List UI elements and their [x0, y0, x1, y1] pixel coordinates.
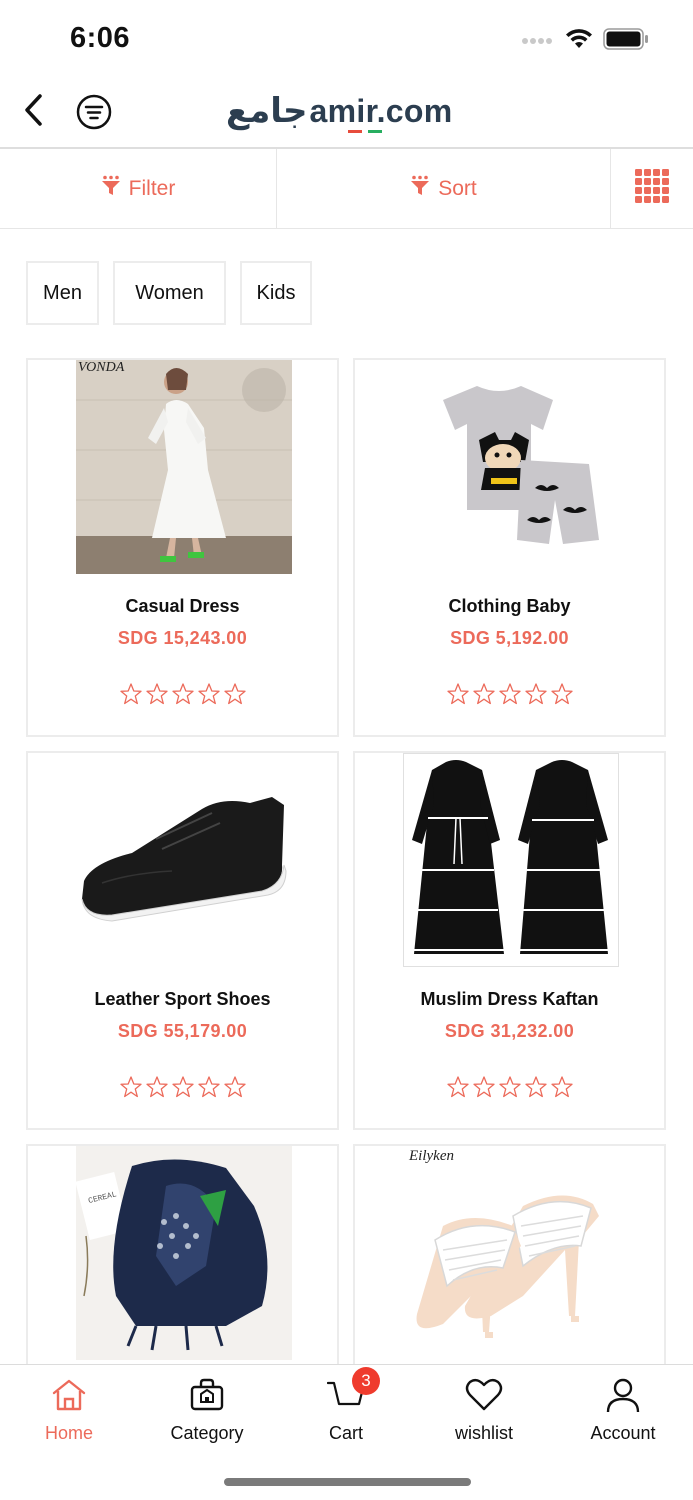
product-card[interactable]: Leather Sport Shoes SDG 55,179.00 — [26, 751, 339, 1130]
product-image[interactable] — [72, 753, 298, 967]
nav-wishlist[interactable]: wishlist — [424, 1375, 544, 1444]
chip-women[interactable]: Women — [113, 261, 226, 325]
product-price: SDG 5,192.00 — [450, 628, 569, 648]
rating-stars — [28, 682, 337, 706]
product-image[interactable]: Eilyken — [403, 1146, 619, 1360]
star-outline-icon — [498, 1076, 521, 1098]
logo-latin-text: amir.com — [309, 92, 453, 133]
filter-lines-circle-icon — [76, 94, 112, 134]
heart-icon — [464, 1375, 504, 1415]
status-time: 6:06 — [70, 22, 131, 54]
nav-account[interactable]: Account — [563, 1375, 683, 1444]
status-icons — [521, 28, 649, 55]
product-image[interactable]: VONDA — [76, 360, 292, 574]
star-outline-icon — [223, 1076, 246, 1098]
filter-button[interactable]: Filter — [0, 149, 277, 228]
brand-logo[interactable]: جامع amir.com — [226, 86, 452, 136]
star-outline-icon — [119, 683, 142, 705]
product-price: SDG 31,232.00 — [444, 1021, 575, 1041]
cart-badge: 3 — [352, 1367, 380, 1395]
star-outline-icon — [145, 1076, 168, 1098]
nav-label: Cart — [328, 1423, 363, 1443]
menu-button[interactable] — [76, 94, 112, 130]
rating-stars — [355, 1075, 664, 1099]
product-card[interactable]: Clothing Baby SDG 5,192.00 — [353, 358, 666, 737]
back-button[interactable] — [18, 92, 48, 132]
star-outline-icon — [446, 1076, 469, 1098]
product-name: Casual Dress — [125, 596, 240, 616]
product-name: Clothing Baby — [448, 596, 571, 616]
nav-label: Account — [590, 1423, 656, 1443]
star-outline-icon — [550, 1076, 573, 1098]
grid-view-button[interactable] — [611, 149, 693, 228]
app-header: جامع amir.com — [0, 78, 693, 148]
brand-tag: VONDA — [78, 360, 125, 375]
wifi-icon — [565, 28, 593, 55]
product-image[interactable] — [403, 753, 619, 967]
nav-category[interactable]: Category — [147, 1375, 267, 1444]
star-outline-icon — [524, 1076, 547, 1098]
chip-men[interactable]: Men — [26, 261, 99, 325]
chevron-left-icon — [22, 93, 44, 132]
product-card[interactable]: VONDA Casual Dress SDG 15,243.00 — [26, 358, 339, 737]
logo-arabic-text: جامع — [226, 92, 309, 130]
person-icon — [603, 1375, 643, 1415]
star-outline-icon — [171, 1076, 194, 1098]
funnel-icon — [101, 175, 121, 203]
status-bar: 6:06 — [0, 0, 693, 78]
product-price: SDG 55,179.00 — [117, 1021, 248, 1041]
product-card[interactable]: Muslim Dress Kaftan SDG 31,232.00 — [353, 751, 666, 1130]
sort-label: Sort — [438, 176, 477, 200]
battery-icon — [603, 28, 649, 55]
product-image[interactable] — [403, 360, 619, 574]
brand-tag: Eilyken — [409, 1148, 454, 1164]
star-outline-icon — [145, 683, 168, 705]
rating-stars — [28, 1075, 337, 1099]
star-outline-icon — [171, 683, 194, 705]
category-bag-icon — [187, 1375, 227, 1415]
nav-label: wishlist — [454, 1423, 513, 1443]
funnel-icon — [410, 175, 430, 203]
rating-stars — [355, 682, 664, 706]
star-outline-icon — [197, 683, 220, 705]
sort-button[interactable]: Sort — [277, 149, 611, 228]
star-outline-icon — [498, 683, 521, 705]
star-outline-icon — [472, 683, 495, 705]
logo-latin-label: amir.com — [309, 92, 453, 129]
nav-label: Category — [170, 1423, 244, 1443]
star-outline-icon — [197, 1076, 220, 1098]
nav-home[interactable]: Home — [9, 1375, 129, 1444]
cart-icon: 3 — [326, 1367, 380, 1415]
star-outline-icon — [223, 683, 246, 705]
filter-sort-bar: Filter Sort — [0, 147, 693, 229]
chip-kids[interactable]: Kids — [240, 261, 312, 325]
category-chips: Men Women Kids — [26, 261, 312, 325]
nav-cart[interactable]: 3 Cart — [286, 1367, 406, 1444]
product-name: Muslim Dress Kaftan — [420, 989, 599, 1009]
product-name: Leather Sport Shoes — [94, 989, 271, 1009]
star-outline-icon — [550, 683, 573, 705]
star-outline-icon — [472, 1076, 495, 1098]
product-price: SDG 15,243.00 — [117, 628, 248, 648]
cellular-signal-icon — [521, 33, 555, 51]
nav-label: Home — [44, 1423, 93, 1443]
star-outline-icon — [446, 683, 469, 705]
star-outline-icon — [524, 683, 547, 705]
product-image[interactable]: CEREAL — [76, 1146, 292, 1360]
home-indicator — [224, 1478, 471, 1486]
grid-view-icon — [634, 168, 670, 210]
filter-label: Filter — [128, 176, 176, 200]
home-icon — [49, 1375, 89, 1415]
star-outline-icon — [119, 1076, 142, 1098]
